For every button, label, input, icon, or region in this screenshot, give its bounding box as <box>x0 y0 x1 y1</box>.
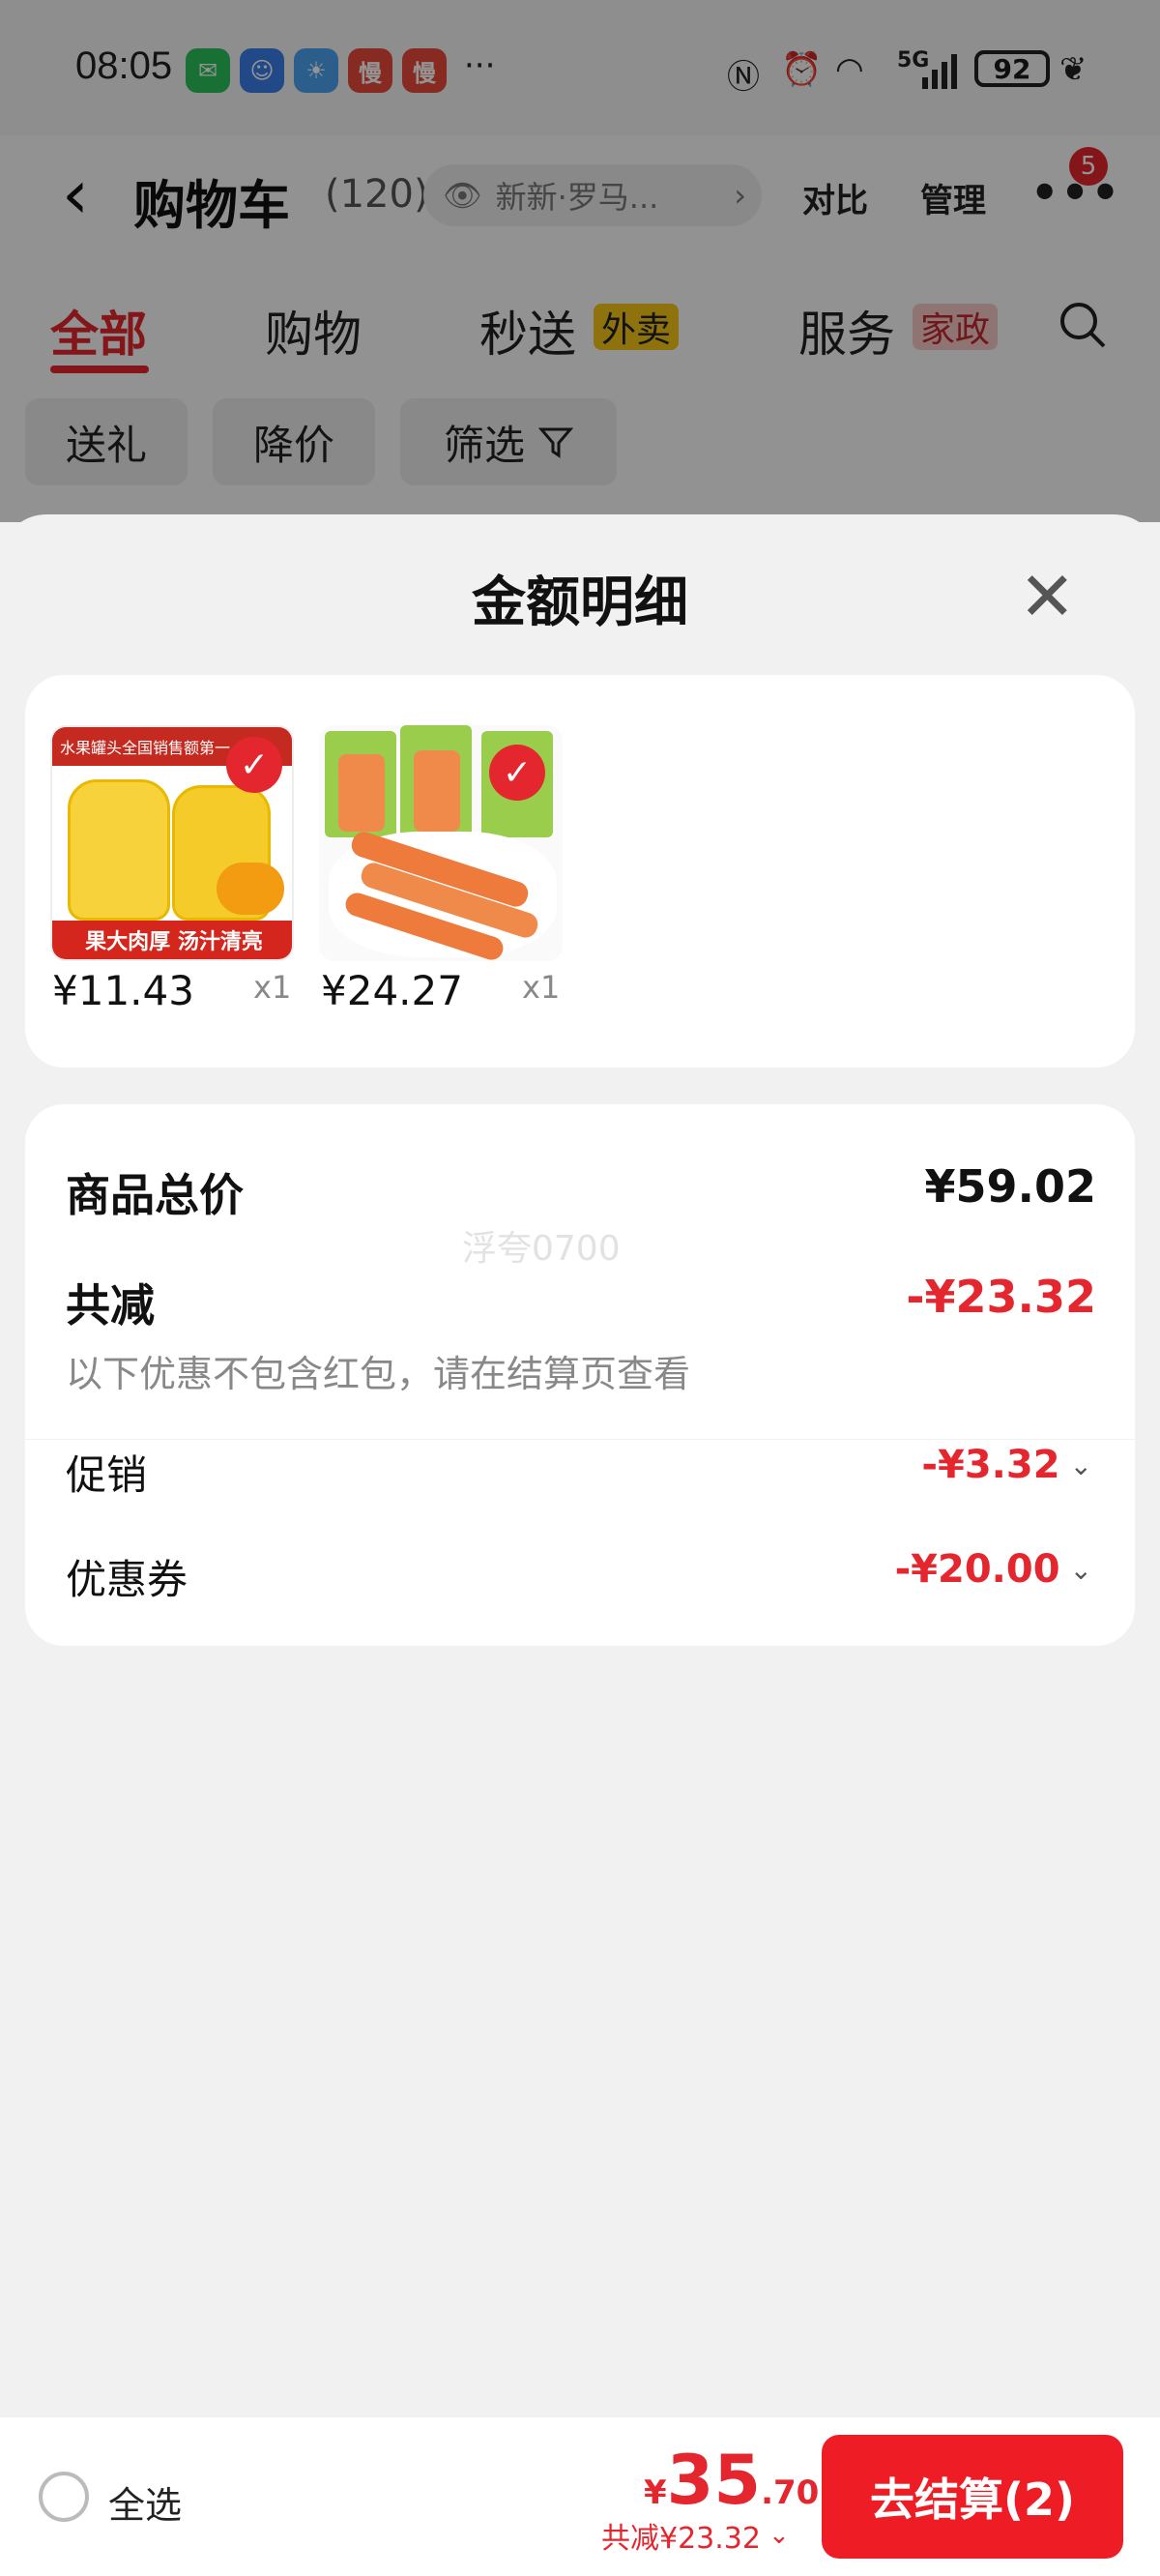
reduce-label: 共减 <box>66 1279 155 1332</box>
close-icon[interactable]: ✕ <box>1019 563 1076 630</box>
product-price: ¥11.43 <box>52 967 194 1014</box>
currency-symbol: ¥ <box>644 2474 667 2512</box>
product-quantity: x1 <box>253 969 292 1006</box>
dim-overlay <box>0 0 1160 522</box>
checkout-button[interactable]: 去结算(2) <box>822 2435 1123 2559</box>
promo-row-value[interactable]: -¥3.32 ⌄ <box>921 1443 1092 1487</box>
chevron-down-icon: ⌄ <box>1069 1449 1092 1481</box>
product-quantity-2: x1 <box>522 969 561 1006</box>
price-decimal: .70 <box>761 2474 820 2512</box>
chevron-down-icon-2: ⌄ <box>1069 1553 1092 1586</box>
selected-check-icon: ✓ <box>226 737 282 793</box>
coupon-row-value[interactable]: -¥20.00 ⌄ <box>895 1547 1092 1592</box>
reduce-note: 以下优惠不包含红包，请在结算页查看 <box>66 1353 691 1395</box>
reduce-value: -¥23.32 <box>906 1271 1096 1323</box>
watermark: 浮夸0700 <box>462 1229 621 1269</box>
sheet-title: 金额明细 <box>472 571 688 634</box>
total-value: ¥59.02 <box>924 1160 1096 1213</box>
product-banner-bottom: 果大肉厚 汤汁清亮 <box>52 921 292 959</box>
savings-detail-toggle[interactable]: 共减¥23.32 ⌄ <box>601 2514 790 2557</box>
coupon-value: -¥20.00 <box>894 1547 1060 1592</box>
price-integer: 35 <box>666 2441 762 2520</box>
coupon-label: 优惠券 <box>66 1556 188 1603</box>
select-all-label[interactable]: 全选 <box>108 2475 182 2529</box>
divider <box>25 1439 1135 1440</box>
promo-label: 促销 <box>66 1451 148 1499</box>
product-price-2: ¥24.27 <box>321 967 463 1014</box>
chevron-down-icon-3: ⌄ <box>768 2521 790 2550</box>
select-all-radio[interactable] <box>39 2472 89 2522</box>
total-price: ¥ 35 .70 <box>644 2441 819 2520</box>
total-label: 商品总价 <box>66 1169 244 1221</box>
savings-text: 共减¥23.32 <box>601 2522 761 2556</box>
promo-value: -¥3.32 <box>921 1443 1060 1487</box>
selected-check-icon-2: ✓ <box>489 745 545 801</box>
